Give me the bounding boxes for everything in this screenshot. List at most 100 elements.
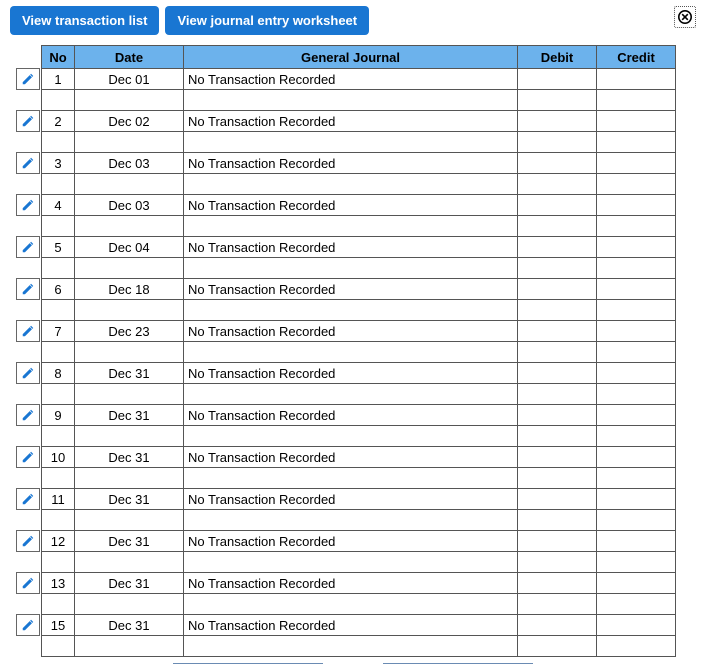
cell-no: 13 bbox=[41, 572, 75, 594]
pencil-icon bbox=[21, 492, 35, 506]
table-row: 7Dec 23No Transaction Recorded bbox=[16, 320, 676, 363]
cell-empty bbox=[74, 341, 184, 363]
cell-credit bbox=[596, 614, 676, 636]
cell-date: Dec 31 bbox=[74, 614, 184, 636]
cell-credit bbox=[596, 530, 676, 552]
cell-empty bbox=[517, 383, 597, 405]
cell-empty bbox=[74, 635, 184, 657]
table-row: 1Dec 01No Transaction Recorded bbox=[16, 68, 676, 111]
cell-credit bbox=[596, 194, 676, 216]
cell-no: 10 bbox=[41, 446, 75, 468]
cell-no: 3 bbox=[41, 152, 75, 174]
cell-debit bbox=[517, 362, 597, 384]
pencil-icon bbox=[21, 618, 35, 632]
cell-empty bbox=[183, 89, 518, 111]
cell-empty bbox=[596, 593, 676, 615]
edit-row-button[interactable] bbox=[16, 488, 40, 510]
cell-empty bbox=[41, 341, 75, 363]
cell-no: 4 bbox=[41, 194, 75, 216]
cell-no: 1 bbox=[41, 68, 75, 90]
cell-no: 11 bbox=[41, 488, 75, 510]
cell-empty bbox=[183, 425, 518, 447]
cell-empty bbox=[183, 299, 518, 321]
cell-empty bbox=[596, 215, 676, 237]
cell-empty bbox=[596, 509, 676, 531]
cell-credit bbox=[596, 488, 676, 510]
cell-empty bbox=[41, 299, 75, 321]
table-row: 6Dec 18No Transaction Recorded bbox=[16, 278, 676, 321]
cell-empty bbox=[596, 257, 676, 279]
journal-table: No Date General Journal Debit Credit 1De… bbox=[16, 45, 676, 657]
cell-empty bbox=[74, 215, 184, 237]
cell-date: Dec 31 bbox=[74, 572, 184, 594]
cell-empty bbox=[183, 593, 518, 615]
edit-row-button[interactable] bbox=[16, 446, 40, 468]
cell-credit bbox=[596, 362, 676, 384]
cell-debit bbox=[517, 320, 597, 342]
cell-no: 8 bbox=[41, 362, 75, 384]
cell-empty bbox=[517, 299, 597, 321]
edit-row-button[interactable] bbox=[16, 572, 40, 594]
cell-credit bbox=[596, 278, 676, 300]
cell-date: Dec 31 bbox=[74, 488, 184, 510]
cell-empty bbox=[183, 173, 518, 195]
cell-journal: No Transaction Recorded bbox=[183, 278, 518, 300]
edit-row-button[interactable] bbox=[16, 278, 40, 300]
cell-empty bbox=[74, 467, 184, 489]
cell-credit bbox=[596, 110, 676, 132]
table-row: 2Dec 02No Transaction Recorded bbox=[16, 110, 676, 153]
cell-debit bbox=[517, 152, 597, 174]
edit-row-button[interactable] bbox=[16, 236, 40, 258]
cell-empty bbox=[74, 425, 184, 447]
edit-row-button[interactable] bbox=[16, 614, 40, 636]
view-journal-entry-worksheet-button[interactable]: View journal entry worksheet bbox=[165, 6, 369, 35]
cell-credit bbox=[596, 236, 676, 258]
cell-no: 9 bbox=[41, 404, 75, 426]
cell-journal: No Transaction Recorded bbox=[183, 152, 518, 174]
edit-row-button[interactable] bbox=[16, 68, 40, 90]
cell-empty bbox=[596, 341, 676, 363]
cell-empty bbox=[183, 131, 518, 153]
cell-date: Dec 04 bbox=[74, 236, 184, 258]
cell-debit bbox=[517, 278, 597, 300]
cell-no: 7 bbox=[41, 320, 75, 342]
pencil-icon bbox=[21, 72, 35, 86]
cell-journal: No Transaction Recorded bbox=[183, 68, 518, 90]
pencil-icon bbox=[21, 534, 35, 548]
cell-empty bbox=[41, 551, 75, 573]
cell-empty bbox=[41, 89, 75, 111]
edit-row-button[interactable] bbox=[16, 152, 40, 174]
view-transaction-list-button[interactable]: View transaction list bbox=[10, 6, 159, 35]
cell-no: 5 bbox=[41, 236, 75, 258]
cell-empty bbox=[74, 299, 184, 321]
edit-row-button[interactable] bbox=[16, 404, 40, 426]
cell-date: Dec 03 bbox=[74, 194, 184, 216]
close-button[interactable] bbox=[674, 6, 696, 28]
cell-empty bbox=[596, 89, 676, 111]
pencil-icon bbox=[21, 114, 35, 128]
edit-row-button[interactable] bbox=[16, 362, 40, 384]
cell-no: 12 bbox=[41, 530, 75, 552]
edit-row-button[interactable] bbox=[16, 320, 40, 342]
table-row: 8Dec 31No Transaction Recorded bbox=[16, 362, 676, 405]
table-row: 10Dec 31No Transaction Recorded bbox=[16, 446, 676, 489]
cell-empty bbox=[74, 383, 184, 405]
table-row: 4Dec 03No Transaction Recorded bbox=[16, 194, 676, 237]
cell-empty bbox=[183, 467, 518, 489]
table-row: 15Dec 31No Transaction Recorded bbox=[16, 614, 676, 657]
cell-empty bbox=[517, 89, 597, 111]
pencil-icon bbox=[21, 198, 35, 212]
cell-credit bbox=[596, 404, 676, 426]
edit-row-button[interactable] bbox=[16, 110, 40, 132]
cell-empty bbox=[74, 257, 184, 279]
cell-empty bbox=[41, 257, 75, 279]
cell-empty bbox=[41, 131, 75, 153]
cell-empty bbox=[596, 425, 676, 447]
edit-row-button[interactable] bbox=[16, 194, 40, 216]
cell-date: Dec 31 bbox=[74, 362, 184, 384]
cell-empty bbox=[41, 635, 75, 657]
header-journal: General Journal bbox=[183, 45, 518, 69]
cell-credit bbox=[596, 572, 676, 594]
edit-row-button[interactable] bbox=[16, 530, 40, 552]
cell-journal: No Transaction Recorded bbox=[183, 404, 518, 426]
